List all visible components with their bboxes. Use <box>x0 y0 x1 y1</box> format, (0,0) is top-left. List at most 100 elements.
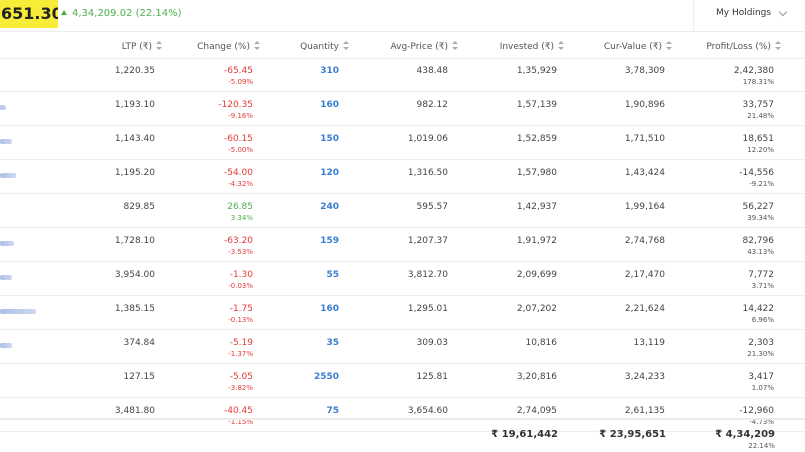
table-row[interactable]: 3,481.80 -40.45 -1.15% 75 3,654.60 2,74,095 2,… <box>0 398 805 432</box>
cell-cur: 13,119 <box>633 338 666 348</box>
total-cur-value: ₹ 23,95,651 <box>599 429 666 440</box>
column-header-change[interactable]: Change (%) <box>197 41 260 52</box>
column-header-invested[interactable]: Invested (₹) <box>500 41 564 52</box>
column-header-cur-value[interactable]: Cur-Value (₹) <box>604 41 672 52</box>
cell-change_pct: -3.53% <box>228 248 253 256</box>
instrument-name-redacted <box>0 139 12 144</box>
cell-change_pct: -4.32% <box>228 180 253 188</box>
cell-change: -54.00 <box>223 168 253 178</box>
cell-ltp: 829.85 <box>123 202 156 212</box>
cell-qty: 310 <box>320 66 339 76</box>
cell-pl: 56,227 <box>742 202 775 212</box>
cell-avg: 3,654.60 <box>407 406 448 416</box>
cell-invested: 2,09,699 <box>516 270 557 280</box>
cell-ltp: 3,954.00 <box>114 270 155 280</box>
cell-ltp: 1,193.10 <box>114 100 155 110</box>
topbar-divider <box>693 0 694 31</box>
total-change-text: 4,34,209.02 (22.14%) <box>72 8 182 19</box>
table-row[interactable]: 1,385.15 -1.75 -0.13% 160 1,295.01 2,07,202 2,… <box>0 296 805 330</box>
cell-cur: 1,43,424 <box>624 168 665 178</box>
table-row[interactable]: 829.85 26.85 3.34% 240 595.57 1,42,937 1,99,16… <box>0 194 805 228</box>
cell-cur: 2,61,135 <box>624 406 665 416</box>
instrument-name-redacted <box>0 343 12 348</box>
cell-qty: 159 <box>320 236 339 246</box>
cell-avg: 3,812.70 <box>407 270 448 280</box>
cell-avg: 982.12 <box>416 100 449 110</box>
cell-cur: 2,17,470 <box>624 270 665 280</box>
chevron-down-icon[interactable] <box>778 7 788 17</box>
cell-ltp: 1,728.10 <box>114 236 155 246</box>
table-row[interactable]: 1,220.35 -65.45 -5.09% 310 438.48 1,35,929 3,7… <box>0 58 805 92</box>
cell-ltp: 1,385.15 <box>114 304 155 314</box>
cell-pl_pct: 3.71% <box>751 282 774 290</box>
instrument-name-redacted <box>0 275 12 280</box>
cell-change_pct: -0.03% <box>228 282 253 290</box>
cell-avg: 309.03 <box>416 338 449 348</box>
cell-invested: 10,816 <box>525 338 558 348</box>
cell-ltp: 1,143.40 <box>114 134 155 144</box>
total-pl-percent: 22.14% <box>748 442 775 450</box>
cell-pl: 3,417 <box>748 372 774 382</box>
sort-icon <box>558 41 564 50</box>
cell-pl: -12,960 <box>739 406 774 416</box>
cell-pl: 33,757 <box>742 100 775 110</box>
instrument-name-redacted <box>0 105 6 110</box>
cell-change_pct: 3.34% <box>230 214 253 222</box>
table-row[interactable]: 3,954.00 -1.30 -0.03% 55 3,812.70 2,09,699 2,1… <box>0 262 805 296</box>
column-header-ltp[interactable]: LTP (₹) <box>122 41 162 52</box>
divider <box>0 31 805 32</box>
cell-change: -60.15 <box>223 134 253 144</box>
cell-invested: 1,57,139 <box>516 100 557 110</box>
column-header-quantity[interactable]: Quantity <box>300 41 349 52</box>
cell-qty: 160 <box>320 304 339 314</box>
table-row[interactable]: 127.15 -5.05 -3.82% 2550 125.81 3,20,816 3,24,… <box>0 364 805 398</box>
cell-cur: 2,21,624 <box>624 304 665 314</box>
total-value-highlight: 651.30 <box>0 0 58 28</box>
cell-pl: 2,42,380 <box>733 66 774 76</box>
cell-pl_pct: 6.96% <box>751 316 774 324</box>
cell-invested: 3,20,816 <box>516 372 557 382</box>
cell-change_pct: -9.16% <box>228 112 253 120</box>
cell-cur: 1,71,510 <box>624 134 665 144</box>
table-row[interactable]: 1,195.20 -54.00 -4.32% 120 1,316.50 1,57,980 1… <box>0 160 805 194</box>
cell-invested: 1,52,859 <box>516 134 557 144</box>
column-header-avg-price[interactable]: Avg-Price (₹) <box>391 41 458 52</box>
table-row[interactable]: 1,193.10 -120.35 -9.16% 160 982.12 1,57,139 1,… <box>0 92 805 126</box>
cell-change: -120.35 <box>218 100 253 110</box>
cell-qty: 120 <box>320 168 339 178</box>
instrument-name-redacted <box>0 173 16 178</box>
cell-pl_pct: -9.21% <box>749 180 774 188</box>
cell-change_pct: -3.82% <box>228 384 253 392</box>
cell-pl: 18,651 <box>742 134 775 144</box>
cell-pl: 2,303 <box>748 338 774 348</box>
column-header-cur-value-label: Cur-Value (₹) <box>603 42 662 52</box>
cell-avg: 1,295.01 <box>407 304 448 314</box>
holdings-dropdown[interactable]: My Holdings <box>716 8 771 18</box>
cell-invested: 2,07,202 <box>516 304 557 314</box>
cell-qty: 75 <box>326 406 339 416</box>
cell-change: 26.85 <box>227 202 253 212</box>
cell-cur: 2,74,768 <box>624 236 665 246</box>
table-row[interactable]: 374.84 -5.19 -1.37% 35 309.03 10,816 13,119 2,3… <box>0 330 805 364</box>
cell-qty: 240 <box>320 202 339 212</box>
cell-pl_pct: 178.31% <box>742 78 774 86</box>
cell-avg: 1,316.50 <box>407 168 448 178</box>
cell-pl: 14,422 <box>742 304 775 314</box>
column-header-pl[interactable]: Profit/Loss (%) <box>706 41 781 52</box>
sort-icon <box>666 41 672 50</box>
column-header-quantity-label: Quantity <box>300 42 339 52</box>
cell-qty: 55 <box>326 270 339 280</box>
cell-change: -65.45 <box>223 66 253 76</box>
table-row[interactable]: 1,143.40 -60.15 -5.00% 150 1,019.06 1,52,859 1… <box>0 126 805 160</box>
cell-change: -1.75 <box>229 304 253 314</box>
cell-cur: 3,78,309 <box>624 66 665 76</box>
cell-avg: 438.48 <box>416 66 449 76</box>
table-row[interactable]: 1,728.10 -63.20 -3.53% 159 1,207.37 1,91,972 2… <box>0 228 805 262</box>
cell-pl_pct: 21.48% <box>747 112 774 120</box>
cell-change_pct: -1.37% <box>228 350 253 358</box>
cell-avg: 595.57 <box>416 202 449 212</box>
divider <box>0 418 805 420</box>
column-header-invested-label: Invested (₹) <box>499 42 554 52</box>
cell-avg: 125.81 <box>416 372 449 382</box>
cell-change: -1.30 <box>229 270 253 280</box>
